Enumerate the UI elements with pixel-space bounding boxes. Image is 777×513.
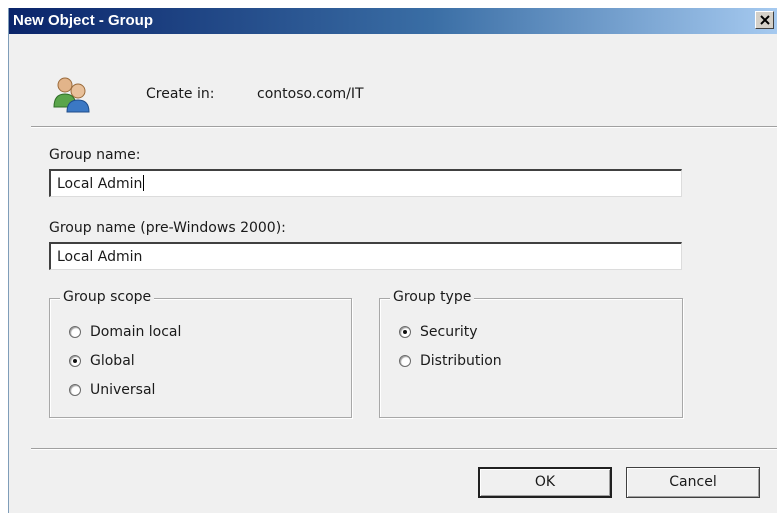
group-scope-title: Group scope [60,289,155,305]
close-button[interactable] [755,11,774,29]
group-scope-box: Group scope Domain local Global Universa… [49,289,352,418]
radio-global[interactable]: Global [69,353,135,369]
radio-label: Distribution [420,353,502,369]
radio-universal[interactable]: Universal [69,382,155,398]
radio-domain-local[interactable]: Domain local [69,324,181,340]
title-bar[interactable]: New Object - Group [9,8,777,34]
separator-bottom [31,448,777,450]
pre2000-name-label: Group name (pre-Windows 2000): [49,220,286,236]
create-in-label: Create in: [146,86,215,102]
group-name-label: Group name: [49,147,141,163]
radio-distribution[interactable]: Distribution [399,353,502,369]
radio-security[interactable]: Security [399,324,478,340]
create-in-value: contoso.com/IT [257,86,364,102]
radio-label: Security [420,324,478,340]
group-name-value: Local Admin [57,176,143,192]
text-caret [143,175,145,191]
group-name-input[interactable]: Local Admin [49,169,682,197]
ok-button[interactable]: OK [478,467,612,498]
group-users-icon [53,77,90,113]
close-icon [760,15,770,25]
radio-button[interactable] [399,355,411,367]
radio-label: Domain local [90,324,182,340]
pre2000-name-input[interactable]: Local Admin [49,242,682,270]
radio-button[interactable] [69,326,81,338]
cancel-button[interactable]: Cancel [626,467,760,498]
radio-label: Universal [90,382,156,398]
window-title: New Object - Group [13,12,154,29]
pre2000-name-value: Local Admin [57,249,143,265]
separator-top [31,126,777,128]
group-type-box: Group type Security Distribution [379,289,683,418]
radio-button[interactable] [69,384,81,396]
radio-label: Global [90,353,135,369]
dialog-window: New Object - Group Create in: contoso.co… [8,8,777,513]
radio-button[interactable] [399,326,411,338]
radio-button[interactable] [69,355,81,367]
group-type-title: Group type [390,289,475,305]
